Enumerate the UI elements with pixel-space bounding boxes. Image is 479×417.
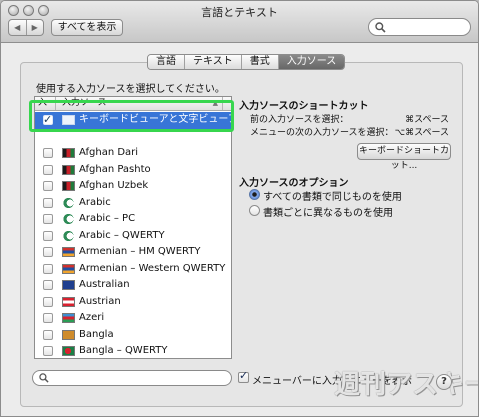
keyboard-shortcuts-button[interactable]: キーボードショートカット... <box>357 143 451 171</box>
tab-input-sources[interactable]: 入力ソース <box>278 55 345 69</box>
flag-afghanistan-icon <box>62 148 75 158</box>
watermark-text: 週刊アスキー <box>334 370 479 400</box>
list-item[interactable]: Bangla <box>35 327 231 344</box>
list-item-label: Bangla – QWERTY <box>79 345 168 356</box>
enable-checkbox[interactable] <box>43 197 53 208</box>
list-item-label: Armenian – HM QWERTY <box>79 246 201 257</box>
radio-same-label: すべての書類で同じものを使用 <box>263 192 402 203</box>
viewer-icon <box>62 115 75 125</box>
next-source-label: メニューの次の入力ソースを選択： <box>250 128 394 138</box>
list-item-label: Armenian – Western QWERTY <box>79 262 226 274</box>
list-search-field[interactable] <box>32 370 232 386</box>
list-item[interactable]: Afghan Dari <box>35 145 231 162</box>
list-item[interactable]: Arabic – QWERTY <box>35 228 231 245</box>
radio-per-document-label: 書類ごとに異なるものを使用 <box>263 208 393 219</box>
back-icon[interactable]: ◀ <box>9 20 27 35</box>
flag-bangladesh-icon <box>62 346 75 356</box>
list-item-label: Arabic – QWERTY <box>79 229 165 241</box>
enable-checkbox[interactable] <box>43 329 53 340</box>
enable-checkbox[interactable] <box>43 296 53 307</box>
tab-text[interactable]: テキスト <box>185 55 242 69</box>
list-item[interactable]: Afghan Uzbek <box>35 178 231 195</box>
sort-ascending-icon: ▲ <box>212 99 218 107</box>
options-title: 入力ソースのオプション <box>239 178 349 189</box>
tab-language[interactable]: 言語 <box>148 55 185 69</box>
list-item[interactable]: Arabic – PC <box>35 211 231 228</box>
flag-afghanistan-icon <box>62 181 75 191</box>
flag-armenia-icon <box>62 263 75 274</box>
crescent-icon <box>62 230 75 241</box>
input-source-prompt: 使用する入力ソースを選択してください。 <box>36 84 225 95</box>
list-item[interactable]: Australian <box>35 277 231 294</box>
back-forward-control[interactable]: ◀ ▶ <box>8 19 44 36</box>
enable-checkbox[interactable] <box>43 230 53 241</box>
radio-button[interactable] <box>249 205 260 216</box>
tab-bar: 言語 テキスト 書式 入力ソース <box>147 54 346 70</box>
list-item-label: Arabic – PC <box>79 213 136 224</box>
forward-icon[interactable]: ▶ <box>27 20 44 35</box>
list-item-label: Austrian <box>79 295 121 307</box>
list-separator <box>35 129 231 146</box>
list-item-label: Arabic <box>79 196 111 208</box>
flag-australia-icon <box>62 280 75 290</box>
list-item[interactable]: Azeri <box>35 310 231 327</box>
enable-checkbox[interactable] <box>43 112 53 128</box>
help-button[interactable]: ? <box>436 374 452 390</box>
crescent-icon <box>62 197 75 208</box>
flag-austria-icon <box>62 296 75 307</box>
shortcuts-title: 入力ソースのショートカット <box>239 101 369 112</box>
enable-checkbox[interactable] <box>43 148 53 158</box>
next-source-shortcut: ⌥⌘スペース <box>394 128 449 138</box>
flag-armenia-icon <box>62 247 75 257</box>
list-item[interactable]: Armenian – HM QWERTY <box>35 244 231 261</box>
crescent-icon <box>62 214 75 224</box>
enable-checkbox[interactable] <box>43 346 53 356</box>
prev-source-label: 前の入力ソースを選択： <box>250 115 349 125</box>
prev-source-shortcut: ⌘スペース <box>405 115 449 125</box>
list-item[interactable]: キーボードビューアと文字ビューア <box>35 112 231 129</box>
enable-checkbox[interactable] <box>43 263 53 274</box>
list-item[interactable]: Bangla – QWERTY <box>35 343 231 358</box>
list-item[interactable]: Arabic <box>35 195 231 212</box>
enable-checkbox[interactable] <box>43 214 53 224</box>
list-item[interactable]: Austrian <box>35 294 231 311</box>
header-scroll-cap <box>222 97 231 110</box>
tab-formats[interactable]: 書式 <box>241 55 279 69</box>
list-item-label: Australian <box>79 279 130 290</box>
column-header-enabled[interactable]: 入 <box>38 97 56 110</box>
list-item-label: Afghan Uzbek <box>79 180 149 191</box>
preferences-window: 言語とテキスト ◀ ▶ すべてを表示 言語 テキスト 書式 入力ソース 使用する… <box>0 0 479 417</box>
show-all-button[interactable]: すべてを表示 <box>51 19 123 36</box>
list-item[interactable]: Afghan Pashto <box>35 162 231 179</box>
input-source-list[interactable]: 入 入力ソース ▲ キーボードビューアと文字ビューア Afghan Dari Afg… <box>34 96 232 359</box>
list-header: 入 入力ソース ▲ <box>35 97 231 111</box>
list-item-label: Bangla <box>79 328 114 340</box>
enable-checkbox[interactable] <box>43 280 53 290</box>
search-icon <box>39 373 49 383</box>
title-bar: 言語とテキスト ◀ ▶ すべてを表示 <box>1 1 478 43</box>
list-item-label: キーボードビューアと文字ビューア <box>79 114 232 125</box>
enable-checkbox[interactable] <box>43 181 53 191</box>
bangla-icon <box>62 329 75 340</box>
flag-azerbaijan-icon <box>62 313 75 323</box>
radio-button-selected[interactable] <box>249 189 260 200</box>
list-item-label: Afghan Dari <box>79 147 139 158</box>
enable-checkbox[interactable] <box>43 313 53 323</box>
show-input-menu-checkbox[interactable] <box>238 369 249 383</box>
list-rows: キーボードビューアと文字ビューア Afghan Dari Afghan Pashto… <box>35 112 231 358</box>
list-item-label: Azeri <box>79 312 105 323</box>
list-item-label: Afghan Pashto <box>79 163 151 175</box>
column-header-input-source[interactable]: 入力ソース <box>62 97 107 110</box>
search-icon <box>375 22 386 33</box>
search-field[interactable] <box>368 18 471 36</box>
enable-checkbox[interactable] <box>43 247 53 257</box>
enable-checkbox[interactable] <box>43 164 53 175</box>
list-item[interactable]: Armenian – Western QWERTY <box>35 261 231 278</box>
flag-afghanistan-icon <box>62 164 75 175</box>
